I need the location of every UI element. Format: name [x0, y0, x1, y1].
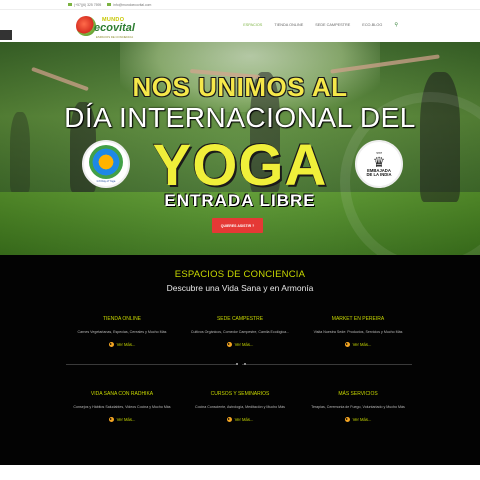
service-card: MARKET EN PEREIRA Visita Nuestra Sede: P…	[288, 316, 428, 352]
hero-line-3: YOGA	[152, 133, 328, 198]
section-subtitle: Descubre una Vida Sana y en Armonía	[166, 283, 314, 293]
see-more-label: Ver Más...	[234, 417, 254, 422]
nav-item-sede-campestre[interactable]: SEDE CAMPESTRE	[315, 23, 350, 28]
logo-main-text: ecovital	[94, 22, 135, 34]
see-more-label: Ver Más...	[116, 342, 136, 347]
hero-line-4: ENTRADA LIBRE	[164, 191, 316, 210]
nav-item-tienda-online[interactable]: TIENDA ONLINE	[274, 23, 303, 28]
logo-tagline: ESPACIOS DE CONCIENCIA	[96, 35, 134, 39]
hero-banner: NOS UNIMOS AL DÍA INTERNACIONAL DEL YOGA…	[0, 42, 480, 255]
arrow-right-icon	[108, 417, 114, 422]
lion-emblem-icon: ♛	[372, 153, 386, 170]
site-logo[interactable]: MUNDO ecovital ESPACIOS DE CONCIENCIA	[74, 14, 154, 40]
see-more-link[interactable]: Ver Más...	[108, 342, 136, 347]
card-title: MÁS SERVICIOS	[338, 391, 378, 397]
see-more-link[interactable]: Ver Más...	[226, 417, 254, 422]
phone-icon	[68, 3, 72, 6]
hero-line-2: DÍA INTERNACIONAL DEL	[64, 102, 416, 133]
yoga-day-badge: Int'l Day of Yoga	[82, 140, 130, 188]
see-more-label: Ver Más...	[234, 342, 254, 347]
hero-line-1: NOS UNIMOS AL	[132, 72, 348, 102]
yoga-day-logo-icon	[89, 145, 123, 179]
yoga-day-caption: Int'l Day of Yoga	[96, 180, 116, 183]
search-icon[interactable]: ⚲	[394, 22, 398, 28]
divider-ornament	[236, 362, 246, 366]
see-more-link[interactable]: Ver Más...	[108, 417, 136, 422]
arrow-right-icon	[344, 342, 350, 347]
phone-contact[interactable]: (+57)(6) 325 7595	[68, 3, 101, 7]
arrow-right-icon	[108, 342, 114, 347]
mail-icon	[107, 3, 112, 6]
main-nav: ESPACIOS TIENDA ONLINE SEDE CAMPESTRE EC…	[243, 22, 398, 28]
services-section: ESPACIOS DE CONCIENCIA Descubre una Vida…	[0, 255, 480, 465]
card-title: MARKET EN PEREIRA	[331, 316, 385, 322]
email-contact[interactable]: info@mundoecovital.com	[107, 3, 151, 7]
phone-text: (+57)(6) 325 7595	[74, 2, 102, 7]
service-card: MÁS SERVICIOS Terapias, Ceremonia de Fue…	[288, 391, 428, 427]
see-more-label: Ver Más...	[116, 417, 136, 422]
logo-mark-icon	[76, 16, 96, 36]
nav-item-eco-blog[interactable]: ECO-BLOG	[362, 23, 382, 28]
email-text: info@mundoecovital.com	[113, 2, 152, 7]
embassy-line-2: DE LA INDIA	[366, 172, 392, 177]
arrow-right-icon	[226, 342, 232, 347]
arrow-right-icon	[226, 417, 232, 422]
contact-bar: (+57)(6) 325 7595 info@mundoecovital.com	[0, 0, 480, 10]
nav-item-espacios[interactable]: ESPACIOS	[243, 23, 262, 28]
embassy-badge: भारत ♛ EMBAJADA DE LA INDIA	[355, 140, 403, 188]
section-divider	[66, 362, 412, 366]
see-more-label: Ver Más...	[352, 342, 372, 347]
card-description: Visita Nuestra Sede: Productos, Servicio…	[313, 330, 403, 334]
card-description: Terapias, Ceremonia de Fuego, Voluntaria…	[311, 405, 405, 409]
see-more-label: Ver Más...	[352, 417, 372, 422]
see-more-link[interactable]: Ver Más...	[344, 342, 372, 347]
see-more-link[interactable]: Ver Más...	[226, 342, 254, 347]
page: (+57)(6) 325 7595 info@mundoecovital.com…	[0, 0, 480, 480]
footer-strip	[0, 465, 480, 480]
site-header: MUNDO ecovital ESPACIOS DE CONCIENCIA ES…	[0, 10, 480, 42]
attend-button[interactable]: QUIERES ASISTIR ?	[212, 218, 263, 233]
section-title: ESPACIOS DE CONCIENCIA	[174, 269, 306, 280]
arrow-right-icon	[344, 417, 350, 422]
see-more-link[interactable]: Ver Más...	[344, 417, 372, 422]
side-tab[interactable]	[0, 30, 12, 40]
